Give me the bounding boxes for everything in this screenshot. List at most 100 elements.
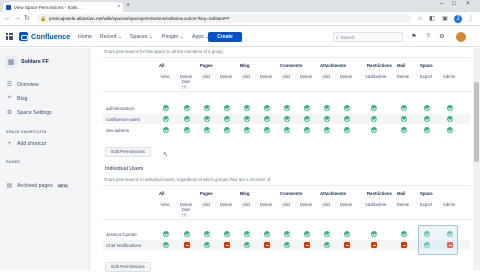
maximize-icon[interactable]: □ (452, 1, 456, 7)
row-label: administrators (106, 105, 135, 111)
granted-check-icon (304, 231, 310, 237)
nav-apps[interactable]: Apps ⌄ (192, 34, 210, 40)
nav-spaces[interactable]: Spaces ⌄ (130, 34, 153, 40)
archived-pages-link[interactable]: ▤ Archived pages BETA (6, 182, 70, 189)
search-icon: ⌕ (336, 34, 339, 40)
granted-check-icon (284, 127, 290, 133)
granted-check-icon (304, 116, 310, 122)
granted-check-icon (204, 242, 210, 248)
nav-people[interactable]: People ⌄ (162, 34, 184, 40)
settings-icon: ⚙ (6, 110, 13, 116)
permission-column-header: Export (419, 202, 433, 207)
new-tab-icon[interactable]: + (126, 2, 130, 10)
browser-tab-strip: View Space Permissions - Soliti... × + –… (0, 0, 480, 12)
archive-icon: ▤ (6, 183, 13, 189)
permission-column-header: Delete Own (179, 202, 193, 212)
forward-icon[interactable]: → (14, 14, 21, 23)
granted-check-icon (284, 116, 290, 122)
granted-check-icon (204, 105, 210, 111)
granted-check-icon (284, 242, 290, 248)
header-divider (103, 91, 470, 92)
sidebar-item-label: Overview (17, 81, 39, 88)
user-avatar[interactable] (456, 32, 466, 42)
permission-group-header: Space (420, 191, 433, 196)
sidebar-item-blog[interactable]: ❝ Blog (6, 95, 28, 103)
star-icon[interactable]: ☆ (416, 15, 424, 23)
address-bar[interactable]: 🔒 jessicajosele.atlassian.net/wiki/space… (36, 14, 411, 23)
granted-check-icon (184, 105, 190, 111)
sidebar-item-overview[interactable]: ☰ Overview (6, 81, 39, 89)
permission-column-header: Delete (299, 74, 313, 79)
granted-check-icon (244, 105, 250, 111)
create-button[interactable]: Create (208, 32, 242, 42)
page-scrollbar[interactable] (473, 48, 480, 270)
close-window-icon[interactable]: × (466, 1, 470, 7)
search-input[interactable]: ⌕ Search (333, 32, 403, 42)
granted-check-icon (204, 127, 210, 133)
granted-check-icon (163, 116, 169, 122)
granted-check-icon (304, 127, 310, 133)
delete-own-help[interactable]: (?) (182, 213, 186, 217)
minimize-icon[interactable]: – (440, 1, 443, 7)
help-icon[interactable]: ? (424, 33, 432, 41)
extension-icon-2[interactable]: ▣ (441, 15, 449, 23)
granted-check-icon (163, 127, 169, 133)
delete-own-help[interactable]: (?) (182, 85, 186, 89)
divider (103, 57, 470, 58)
space-header[interactable]: ▦ Solitare FF (5, 56, 49, 68)
granted-check-icon (324, 127, 330, 133)
bell-icon[interactable]: ⚑ (410, 33, 418, 41)
granted-check-icon (304, 105, 310, 111)
granted-check-icon (447, 105, 453, 111)
granted-check-icon (184, 116, 190, 122)
granted-check-icon (344, 105, 350, 111)
permission-column-header: Export (419, 74, 433, 79)
granted-check-icon (264, 105, 270, 111)
edit-group-permissions-button[interactable]: Edit Permissions (105, 147, 151, 157)
denied-icon (264, 242, 270, 248)
permission-column-header: Add (202, 74, 210, 79)
individual-users-title: Individual Users (105, 166, 144, 172)
nav-home[interactable]: Home (78, 34, 92, 40)
menu-icon[interactable]: ⋮ (467, 15, 475, 23)
granted-check-icon (424, 105, 430, 111)
edit-user-permissions-button[interactable]: Edit Permissions (105, 262, 151, 272)
permission-column-header: Add/Delete (365, 202, 387, 207)
app-switcher-icon[interactable] (6, 33, 14, 41)
tab-title: View Space Permissions - Soliti... (14, 4, 81, 10)
permission-column-header: Delete (259, 202, 273, 207)
permission-column-header: Add (282, 202, 290, 207)
denied-icon (401, 242, 407, 248)
scrollbar-thumb[interactable] (474, 82, 479, 162)
confluence-logo[interactable]: Confluence (19, 32, 70, 41)
permission-column-header: Add/Delete (365, 74, 387, 79)
nav-recent[interactable]: Recent ⌄ (100, 34, 122, 40)
permission-column-header: Delete (396, 74, 410, 79)
video-watermark (418, 225, 458, 255)
granted-check-icon (324, 242, 330, 248)
granted-check-icon (264, 231, 270, 237)
back-icon[interactable]: ← (4, 14, 11, 23)
permission-group-header: Attachments (320, 63, 347, 68)
row-label: Jessica Ciprate (106, 231, 137, 237)
add-shortcut-link[interactable]: + Add shortcut (6, 141, 46, 147)
sidebar-item-space-settings[interactable]: ⚙ Space Settings (6, 109, 52, 117)
profile-icon[interactable]: J (454, 15, 462, 23)
granted-check-icon (244, 231, 250, 237)
granted-check-icon (344, 127, 350, 133)
brand-name: Confluence (31, 32, 71, 41)
close-tab-icon[interactable]: × (117, 4, 120, 10)
granted-check-icon (371, 127, 377, 133)
shortcuts-heading: SPACE SHORTCUTS (6, 130, 47, 134)
app-header: Confluence Home Recent ⌄ Spaces ⌄ People… (0, 27, 480, 47)
row-label: Chat Notifications (106, 242, 142, 248)
row-label: site-admins (106, 127, 130, 133)
permission-column-header: Delete (299, 202, 313, 207)
extension-icon[interactable]: ◧ (428, 15, 436, 23)
granted-check-icon (284, 231, 290, 237)
url-text: jessicajosele.atlassian.net/wiki/spaces/… (49, 16, 230, 21)
settings-icon[interactable]: ⚙ (438, 33, 446, 41)
browser-tab[interactable]: View Space Permissions - Soliti... × (3, 2, 123, 12)
reload-icon[interactable]: ↻ (24, 14, 30, 23)
individual-users-description: Grant permissions to individual users, r… (104, 177, 272, 182)
